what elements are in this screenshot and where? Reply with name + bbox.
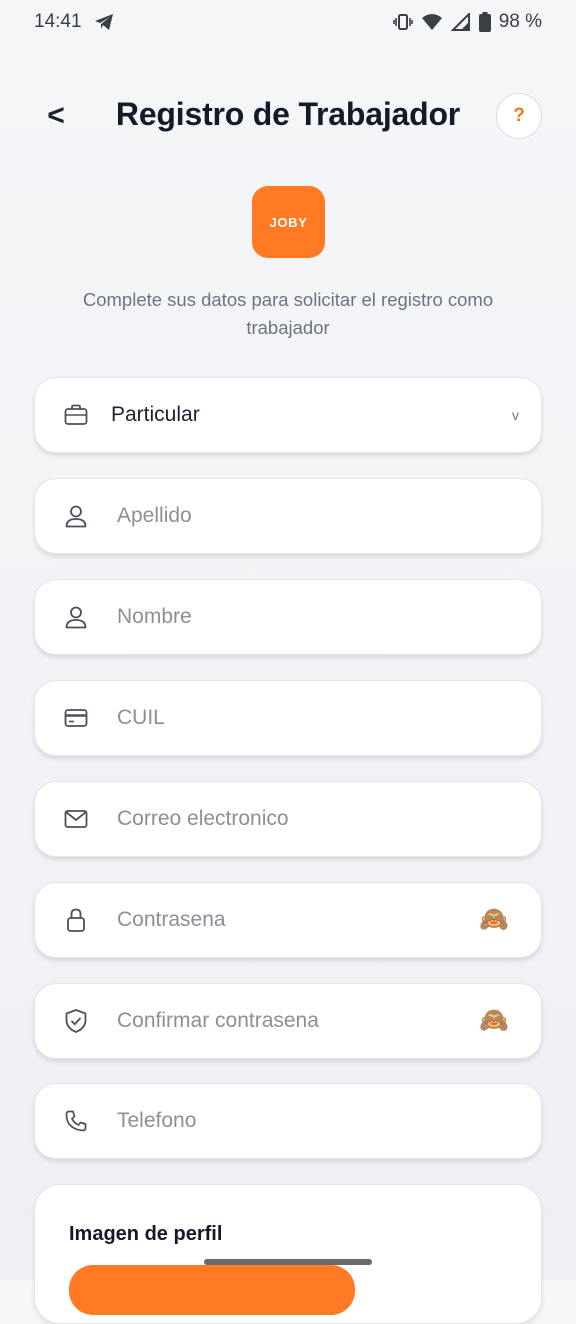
phone-icon <box>63 1108 89 1134</box>
cuil-placeholder: CUIL <box>117 706 165 729</box>
battery-icon <box>478 12 491 32</box>
help-button[interactable]: ? <box>496 93 542 139</box>
cuil-field[interactable]: CUIL <box>34 680 542 756</box>
status-time: 14:41 <box>34 11 82 32</box>
person-icon <box>63 503 89 529</box>
lock-icon <box>63 907 89 933</box>
shield-icon <box>63 1008 89 1034</box>
app-logo: JOBY <box>252 186 325 258</box>
profile-image-card: Imagen de perfil <box>34 1184 542 1324</box>
nombre-field[interactable]: Nombre <box>34 579 542 655</box>
person-icon <box>63 604 89 630</box>
chevron-down-icon: v <box>512 407 519 423</box>
wifi-icon <box>421 13 443 31</box>
phone-field[interactable]: Telefono <box>34 1083 542 1159</box>
apellido-placeholder: Apellido <box>117 504 192 527</box>
nombre-placeholder: Nombre <box>117 605 192 628</box>
profile-image-title: Imagen de perfil <box>69 1223 223 1245</box>
battery-level: 98 % <box>498 11 542 32</box>
confirm-password-field[interactable]: Confirmar contrasena 🙈 <box>34 983 542 1059</box>
email-field[interactable]: Correo electronico <box>34 781 542 857</box>
worker-type-select[interactable]: Particular v <box>34 377 542 453</box>
help-icon: ? <box>513 105 525 126</box>
show-confirm-password-icon[interactable]: 🙈 <box>479 1009 509 1033</box>
apellido-field[interactable]: Apellido <box>34 478 542 554</box>
phone-placeholder: Telefono <box>117 1109 197 1132</box>
confirm-password-placeholder: Confirmar contrasena <box>117 1009 319 1032</box>
subtitle: Complete sus datos para solicitar el reg… <box>82 289 494 338</box>
email-placeholder: Correo electronico <box>117 807 289 830</box>
vibrate-icon <box>392 13 413 31</box>
card-icon <box>63 705 89 731</box>
briefcase-icon <box>63 402 89 428</box>
show-password-icon[interactable]: 🙈 <box>479 908 509 932</box>
worker-type-value: Particular <box>111 403 200 426</box>
password-field[interactable]: Contrasena 🙈 <box>34 882 542 958</box>
signal-icon <box>450 13 471 31</box>
telegram-icon <box>94 13 114 31</box>
password-placeholder: Contrasena <box>117 908 226 931</box>
status-bar: 14:41 98 % <box>0 0 576 44</box>
upload-image-button[interactable] <box>69 1265 355 1315</box>
logo-text: JOBY <box>269 214 308 230</box>
home-indicator <box>204 1259 372 1265</box>
mail-icon <box>63 806 89 832</box>
page-title: Registro de Trabajador <box>115 96 461 132</box>
header: < Registro de Trabajador ? <box>0 88 576 146</box>
